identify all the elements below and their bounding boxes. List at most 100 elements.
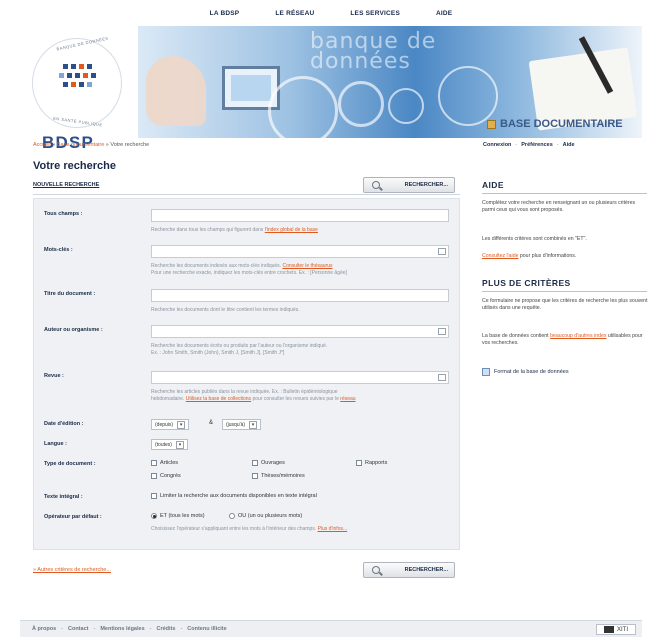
nav-item-la-bdsp[interactable]: LA BDSP: [210, 10, 240, 17]
footer-link-contenu-illicite[interactable]: Contenu illicite: [187, 626, 226, 632]
journal-label: Revue :: [44, 373, 64, 379]
date-from-select[interactable]: (depuis) ▾: [151, 419, 190, 430]
table-icon: [482, 368, 490, 376]
keywords-help: Recherche les documents indexés aux mots…: [151, 263, 347, 276]
default-operator-label: Opérateur par défaut :: [44, 514, 102, 520]
edition-date-label: Date d'édition :: [44, 421, 84, 427]
xiti-logo-icon: [603, 626, 614, 633]
divider: [482, 193, 647, 194]
reseau-link[interactable]: réseau: [340, 396, 355, 402]
divider: [33, 194, 460, 195]
date-range-separator: &: [209, 420, 214, 426]
all-fields-help: Recherche dans tous les champs qui figur…: [151, 227, 318, 233]
doc-type-rapports-checkbox[interactable]: Rapports: [356, 460, 387, 466]
all-fields-input[interactable]: [151, 209, 449, 222]
plus-infos-link[interactable]: Plus d'infos...: [318, 526, 348, 532]
breadcrumb-sep: »: [52, 142, 56, 148]
breadcrumb-current: Votre recherche: [110, 142, 150, 148]
top-navigation: LA BDSP LE RÉSEAU LES SERVICES AIDE: [20, 0, 642, 26]
aide-paragraph-1: Complétez votre recherche en renseignant…: [482, 200, 636, 213]
author-picker-icon[interactable]: [438, 328, 446, 335]
new-search-link[interactable]: NOUVELLE RECHERCHE: [33, 182, 99, 188]
doc-type-articles-checkbox[interactable]: Articles: [151, 460, 178, 466]
journal-help: Recherche les articles publiés dans la r…: [151, 389, 356, 402]
hero-hand-shape: [146, 56, 206, 126]
doc-type-theses-checkbox[interactable]: Thèses/mémoires: [252, 473, 305, 479]
nav-item-aide[interactable]: AIDE: [436, 10, 452, 17]
chevron-down-icon: ▾: [249, 420, 258, 429]
date-to-select[interactable]: (jusqu'à) ▾: [222, 419, 262, 430]
breadcrumb-base-documentaire[interactable]: Base documentaire: [57, 142, 104, 148]
search-button-top[interactable]: RECHERCHER...: [363, 177, 455, 193]
full-text-checkbox[interactable]: Limiter la recherche aux documents dispo…: [151, 493, 317, 499]
journal-picker-icon[interactable]: [438, 374, 446, 381]
xiti-badge[interactable]: XITI: [596, 624, 636, 635]
language-select[interactable]: (toutes) ▾: [151, 439, 188, 450]
breadcrumb: Accueil » Base documentaire » Votre rech…: [33, 142, 149, 148]
database-format-link[interactable]: Format de la base de données: [482, 368, 569, 376]
autres-index-link[interactable]: beaucoup d'autres index: [550, 333, 606, 339]
divider: [482, 291, 647, 292]
full-text-label: Texte intégral :: [44, 494, 83, 500]
keywords-label: Mots-clés :: [44, 247, 73, 253]
more-criteria-link[interactable]: » Autres critères de recherche...: [33, 567, 111, 573]
author-input[interactable]: [151, 325, 449, 338]
footer-link-a-propos[interactable]: À propos: [32, 626, 56, 632]
doc-type-ouvrages-checkbox[interactable]: Ouvrages: [252, 460, 285, 466]
aide-heading: AIDE: [482, 180, 504, 190]
language-label: Langue :: [44, 441, 67, 447]
plus-paragraph-1: Ce formulaire ne propose que les critère…: [482, 298, 648, 311]
hero-circle: [388, 88, 424, 124]
all-fields-label: Tous champs :: [44, 211, 83, 217]
plus-paragraph-2: La base de données contient beaucoup d'a…: [482, 333, 643, 346]
breadcrumb-sep: »: [105, 142, 109, 148]
section-title: BASE DOCUMENTAIRE: [487, 118, 623, 130]
keywords-input[interactable]: [151, 245, 449, 258]
thesaurus-link[interactable]: Consulter le thésaurus: [282, 263, 332, 269]
page-title: Votre recherche: [33, 160, 116, 172]
search-icon: [372, 181, 380, 189]
author-help: Recherche les documents écrits ou produi…: [151, 343, 328, 356]
search-icon: [372, 566, 380, 574]
preferences-link[interactable]: Préférences: [521, 142, 553, 148]
breadcrumb-home[interactable]: Accueil: [33, 142, 51, 148]
hero-circle: [338, 81, 384, 127]
consult-aide-link[interactable]: Consultez l'aide: [482, 253, 518, 259]
footer-link-credits[interactable]: Crédits: [156, 626, 175, 632]
footer-link-contact[interactable]: Contact: [68, 626, 88, 632]
plus-criteres-heading: PLUS DE CRITÈRES: [482, 278, 571, 288]
doc-title-help: Recherche les documents dont le titre co…: [151, 307, 300, 313]
chevron-down-icon: ▾: [175, 440, 184, 449]
search-form: Tous champs : Recherche dans tous les ch…: [33, 198, 460, 550]
search-button-bottom[interactable]: RECHERCHER...: [363, 562, 455, 578]
aide-link[interactable]: Aide: [563, 142, 575, 148]
main-content: Votre recherche NOUVELLE RECHERCHE RECHE…: [20, 152, 460, 598]
document-icon: [487, 119, 496, 129]
doc-type-congres-checkbox[interactable]: Congrès: [151, 473, 181, 479]
keywords-picker-icon[interactable]: [438, 248, 446, 255]
operator-ou-radio[interactable]: OU (un ou plusieurs mots): [229, 513, 302, 519]
doc-title-input[interactable]: [151, 289, 449, 302]
journal-input[interactable]: [151, 371, 449, 384]
operator-et-radio[interactable]: ET (tous les mots): [151, 513, 205, 519]
doc-type-label: Type de document :: [44, 461, 96, 467]
index-global-link[interactable]: l'index global de la base: [265, 227, 318, 233]
aide-paragraph-2: Les différents critères sont combinés en…: [482, 236, 587, 242]
logo-dot-grid: [53, 64, 101, 91]
nav-item-le-reseau[interactable]: LE RÉSEAU: [275, 10, 314, 17]
nav-item-les-services[interactable]: LES SERVICES: [350, 10, 400, 17]
aide-paragraph-3: Consultez l'aide pour plus d'information…: [482, 253, 577, 259]
doc-title-label: Titre du document :: [44, 291, 96, 297]
help-sidebar: AIDE Complétez votre recherche en rensei…: [470, 152, 655, 598]
footer-links: À propos - Contact - Mentions légales - Crédit…: [32, 626, 227, 632]
hero-circle: [268, 76, 338, 138]
footer-link-mentions[interactable]: Mentions légales: [100, 626, 144, 632]
author-label: Auteur ou organisme :: [44, 327, 103, 333]
connexion-link[interactable]: Connexion: [483, 142, 511, 148]
hero-circle: [438, 66, 498, 126]
collections-link[interactable]: Utilisez la base de collections: [186, 396, 251, 402]
hero-overlay-text: banque de données: [310, 29, 437, 74]
chevron-down-icon: ▾: [177, 420, 186, 429]
footer: À propos - Contact - Mentions légales - Crédit…: [20, 620, 642, 637]
operator-help: Choisissez l'opérateur s'appliquant entr…: [151, 526, 348, 532]
